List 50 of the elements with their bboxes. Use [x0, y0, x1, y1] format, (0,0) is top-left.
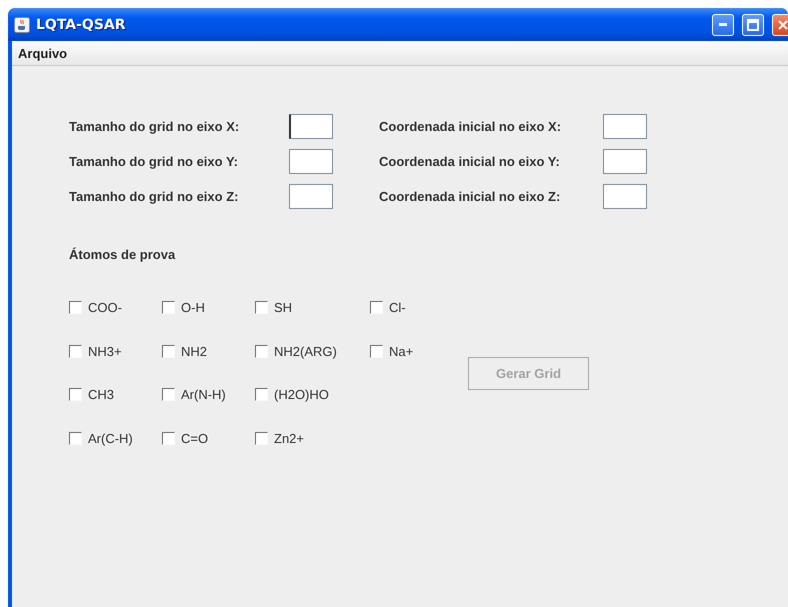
checkbox-option[interactable]: O-H	[162, 300, 255, 316]
maximize-icon	[747, 18, 759, 30]
checkbox-option[interactable]: CH3	[69, 387, 162, 402]
checkbox-option[interactable]: (H2O)HO	[255, 387, 370, 402]
checkbox[interactable]	[370, 301, 383, 314]
input-field[interactable]	[289, 114, 333, 139]
checkbox-option[interactable]: NH2	[162, 344, 255, 359]
field-label: Tamanho do grid no eixo Y:	[69, 154, 240, 169]
checkbox[interactable]	[370, 344, 383, 358]
checkbox[interactable]	[162, 344, 175, 358]
checkbox-option[interactable]: NH2(ARG)	[255, 344, 370, 359]
minimize-button[interactable]	[712, 14, 734, 36]
checkbox-option[interactable]: Ar(N-H)	[162, 387, 255, 402]
field-label: Tamanho do grid no eixo Z:	[69, 189, 240, 204]
menu-item[interactable]: Arquivo	[18, 46, 68, 60]
field-label: Coordenada inicial no eixo Z:	[379, 189, 562, 204]
checkbox[interactable]	[69, 344, 82, 358]
coffee-cup-icon	[14, 16, 30, 32]
checkbox[interactable]	[69, 388, 82, 402]
input-field[interactable]	[289, 149, 333, 174]
close-button[interactable]	[772, 14, 788, 36]
input-field[interactable]	[603, 149, 647, 174]
maximize-button[interactable]	[742, 14, 764, 36]
checkbox[interactable]	[162, 432, 175, 445]
minimize-icon	[719, 23, 727, 26]
checkbox-option[interactable]: SH	[255, 300, 370, 316]
input-field[interactable]	[289, 184, 333, 209]
checkbox-option[interactable]: NH3+	[69, 344, 162, 359]
checkbox-option[interactable]: COO-	[69, 300, 162, 316]
checkbox[interactable]	[255, 301, 268, 314]
window-title: LQTA-QSAR	[36, 16, 126, 32]
checkbox[interactable]	[255, 388, 268, 402]
checkbox-option[interactable]: Na+	[370, 344, 468, 359]
field-label: Tamanho do grid no eixo X:	[69, 119, 240, 134]
checkbox-option[interactable]: Cl-	[370, 300, 468, 316]
checkbox[interactable]	[162, 388, 175, 402]
input-field[interactable]	[603, 184, 647, 209]
close-icon	[777, 18, 788, 30]
checkbox-option[interactable]: Zn2+	[255, 430, 370, 446]
checkbox[interactable]	[255, 432, 268, 445]
checkbox-option[interactable]: C=O	[162, 430, 255, 446]
checkbox[interactable]	[69, 432, 82, 445]
input-field[interactable]	[603, 114, 647, 139]
checkbox[interactable]	[162, 301, 175, 314]
checkbox[interactable]	[69, 301, 82, 314]
checkbox-option[interactable]: Ar(C-H)	[69, 430, 162, 446]
section-heading: Átomos de prova	[69, 247, 176, 262]
field-label: Coordenada inicial no eixo X:	[379, 119, 562, 134]
checkbox[interactable]	[255, 344, 268, 358]
field-label: Coordenada inicial no eixo Y:	[379, 154, 561, 169]
